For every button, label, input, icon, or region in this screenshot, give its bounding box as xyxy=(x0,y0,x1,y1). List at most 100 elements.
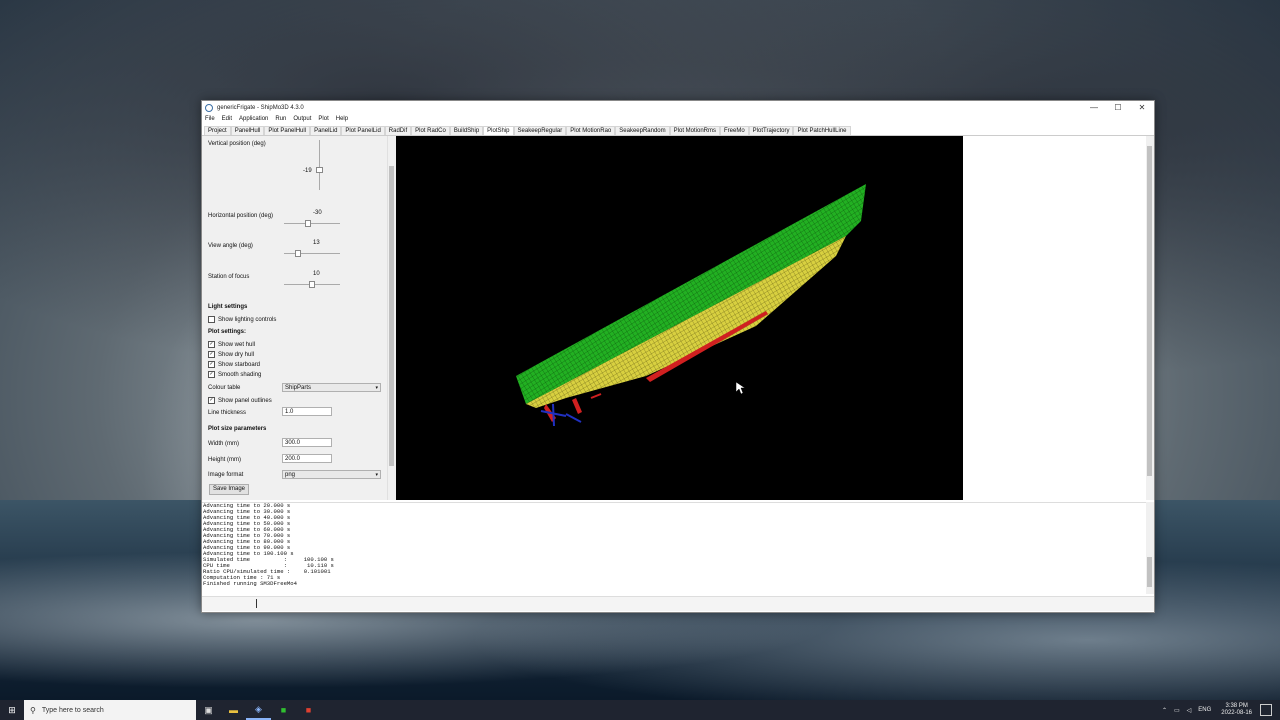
text-caret xyxy=(256,599,257,608)
scrollbar-thumb[interactable] xyxy=(1147,557,1152,587)
colour-table-value: ShipParts xyxy=(285,385,312,391)
smooth-shading-label: Smooth shading xyxy=(218,371,262,378)
station-of-focus-slider[interactable] xyxy=(309,281,315,288)
check-icon: ✓ xyxy=(208,361,215,368)
width-input[interactable]: 300.0 xyxy=(282,438,332,447)
tab-buildship[interactable]: BuildShip xyxy=(449,126,484,135)
volume-icon[interactable]: ◁ xyxy=(1187,707,1192,714)
show-dry-hull-label: Show dry hull xyxy=(218,351,255,358)
taskbar: ⊞ ⚲ Type here to search ▣ ▬ ◈ ■ ■ ⌃ ▭ ◁ … xyxy=(0,700,1280,720)
tab-panelhull[interactable]: PanelHull xyxy=(230,126,265,135)
notification-icon[interactable] xyxy=(1260,704,1272,716)
show-panel-outlines-checkbox[interactable]: ✓ Show panel outlines xyxy=(208,397,272,404)
save-image-button[interactable]: Save Image xyxy=(209,484,250,495)
horizontal-position-slider[interactable] xyxy=(305,220,311,227)
tab-project[interactable]: Project xyxy=(204,126,231,135)
tab-plot-motionrao[interactable]: Plot MotionRao xyxy=(566,126,616,135)
task-view-icon[interactable]: ▣ xyxy=(196,700,221,720)
tab-plottrajectory[interactable]: PlotTrajectory xyxy=(748,126,794,135)
check-icon: ✓ xyxy=(208,371,215,378)
horizontal-position-track xyxy=(284,223,340,224)
vertical-position-track xyxy=(319,140,320,190)
tab-plot-radco[interactable]: Plot RadCo xyxy=(411,126,450,135)
horizontal-position-value: -30 xyxy=(313,210,322,216)
clock-time: 3:38 PM xyxy=(1225,703,1248,709)
tab-seakeepregular[interactable]: SeakeepRegular xyxy=(513,126,567,135)
show-wet-hull-label: Show wet hull xyxy=(218,341,256,348)
view-angle-label: View angle (deg) xyxy=(208,243,253,249)
menu-output[interactable]: Output xyxy=(293,116,311,122)
wet-hull-grid xyxy=(526,236,846,408)
close-button[interactable]: ✕ xyxy=(1130,103,1154,112)
image-format-value: png xyxy=(285,472,296,478)
image-format-select[interactable]: png ▾ xyxy=(282,470,381,479)
station-of-focus-value: 10 xyxy=(313,271,320,277)
plot-size-heading: Plot size parameters xyxy=(208,426,267,432)
show-dry-hull-checkbox[interactable]: ✓ Show dry hull xyxy=(208,351,254,358)
check-icon: ✓ xyxy=(208,397,215,404)
height-label: Height (mm) xyxy=(208,457,242,463)
ship-plot-view[interactable] xyxy=(396,136,963,500)
rudder-shape-2 xyxy=(572,398,582,414)
minimize-button[interactable]: — xyxy=(1082,103,1106,112)
green-app-icon[interactable]: ■ xyxy=(271,700,296,720)
view-angle-slider[interactable] xyxy=(295,250,301,257)
tab-raddif[interactable]: RadDif xyxy=(384,126,412,135)
show-starboard-label: Show starboard xyxy=(218,361,261,368)
menu-application[interactable]: Application xyxy=(239,116,268,122)
show-panel-outlines-label: Show panel outlines xyxy=(218,397,272,404)
file-explorer-icon[interactable]: ▬ xyxy=(221,700,246,720)
check-icon: ✓ xyxy=(208,341,215,348)
scrollbar-thumb[interactable] xyxy=(389,166,394,466)
tab-plot-panelhull[interactable]: Plot PanelHull xyxy=(264,126,311,135)
maximize-button[interactable]: ☐ xyxy=(1106,103,1130,112)
menu-edit[interactable]: Edit xyxy=(222,116,232,122)
smooth-shading-checkbox[interactable]: ✓ Smooth shading xyxy=(208,371,261,378)
checkbox-box xyxy=(208,316,215,323)
colour-table-select[interactable]: ShipParts ▾ xyxy=(282,383,381,392)
network-icon[interactable]: ▭ xyxy=(1174,707,1180,714)
app-window: genericFrigate - ShipMo3D 4.3.0 — ☐ ✕ Fi… xyxy=(201,100,1155,613)
menu-plot[interactable]: Plot xyxy=(318,116,328,122)
tab-plot-panellid[interactable]: Plot PanelLid xyxy=(341,126,385,135)
command-input[interactable] xyxy=(202,596,1154,611)
clock[interactable]: 3:38 PM 2022-08-16 xyxy=(1221,703,1252,717)
windows-start-button[interactable]: ⊞ xyxy=(0,700,24,720)
mouse-cursor-icon xyxy=(735,381,746,395)
tab-panellid[interactable]: PanelLid xyxy=(310,126,342,135)
plot-side-area xyxy=(963,136,1146,500)
red-app-icon[interactable]: ■ xyxy=(296,700,321,720)
horizontal-position-label: Horizontal position (deg) xyxy=(208,213,274,219)
tab-plot-motionrms[interactable]: Plot MotionRms xyxy=(669,126,720,135)
tab-seakeeprandom[interactable]: SeakeepRandom xyxy=(615,126,670,135)
clock-date: 2022-08-16 xyxy=(1221,710,1252,716)
shipmo3d-app-icon[interactable]: ◈ xyxy=(246,700,271,720)
output-console: Advancing time to 20.000 s Advancing tim… xyxy=(202,502,1146,595)
language-indicator[interactable]: ENG xyxy=(1198,707,1211,713)
menu-bar: File Edit Application Run Output Plot He… xyxy=(202,114,1154,124)
show-wet-hull-checkbox[interactable]: ✓ Show wet hull xyxy=(208,341,255,348)
chevron-up-icon[interactable]: ⌃ xyxy=(1162,707,1167,714)
line-thickness-input[interactable]: 1.0 xyxy=(282,407,332,416)
console-scrollbar[interactable] xyxy=(1146,502,1154,594)
tab-bar: Project PanelHull Plot PanelHull PanelLi… xyxy=(202,124,1154,136)
tab-freemo[interactable]: FreeMo xyxy=(720,126,749,135)
height-input[interactable]: 200.0 xyxy=(282,454,332,463)
show-lighting-checkbox[interactable]: Show lighting controls xyxy=(208,316,276,323)
tab-plot-patchhullline[interactable]: Plot PatchHullLine xyxy=(793,126,851,135)
settings-scrollbar[interactable] xyxy=(387,136,396,500)
settings-panel: Vertical position (deg) -19 Horizontal p… xyxy=(202,136,387,500)
ship-3d-render xyxy=(516,184,866,427)
vertical-position-label: Vertical position (deg) xyxy=(208,141,266,147)
show-starboard-checkbox[interactable]: ✓ Show starboard xyxy=(208,361,260,368)
menu-help[interactable]: Help xyxy=(336,116,348,122)
vertical-position-slider[interactable] xyxy=(316,167,323,173)
taskbar-search-box[interactable]: ⚲ Type here to search xyxy=(24,700,196,720)
plot-scrollbar[interactable] xyxy=(1146,136,1154,500)
menu-file[interactable]: File xyxy=(205,116,215,122)
tab-plotship[interactable]: PlotShip xyxy=(483,126,514,135)
app-icon xyxy=(205,103,213,112)
scrollbar-thumb[interactable] xyxy=(1147,146,1152,476)
menu-run[interactable]: Run xyxy=(275,116,286,122)
view-angle-track xyxy=(284,253,340,254)
